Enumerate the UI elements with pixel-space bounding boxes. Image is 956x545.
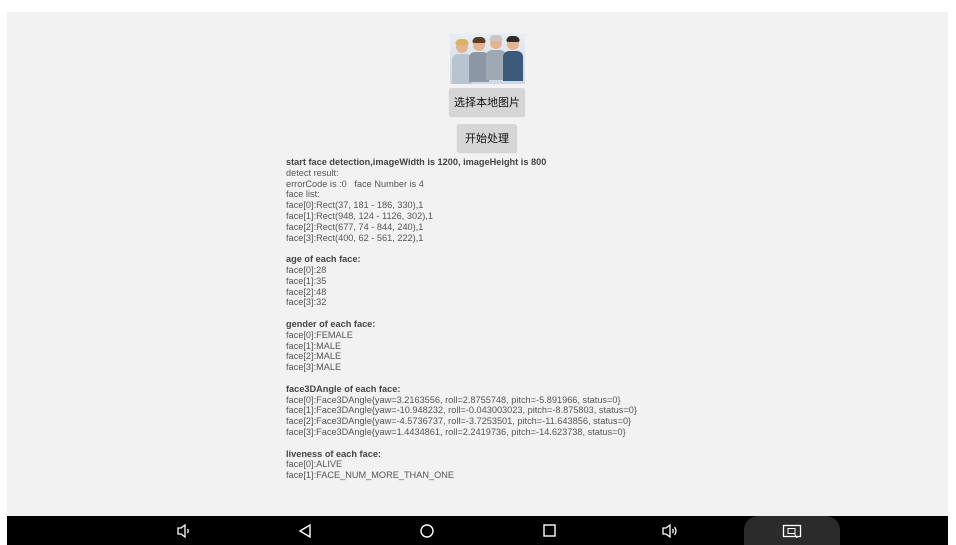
log-line: detect result:	[286, 167, 339, 178]
log-spacer	[286, 243, 926, 254]
selected-photo-thumbnail	[450, 33, 525, 84]
screenshot-button[interactable]	[744, 516, 840, 545]
log-line: errorCode is :0 face Number is 4	[286, 178, 424, 189]
start-processing-button[interactable]: 开始处理	[457, 124, 517, 152]
log-line: face[1]:FACE_NUM_MORE_THAN_ONE	[286, 470, 454, 481]
log-line: face[3]:MALE	[286, 362, 342, 373]
log-line: face[0]:28	[286, 264, 327, 275]
log-line: face[2]:48	[286, 286, 327, 297]
log-line: face[3]:Face3DAngle{yaw=1.4434861, roll=…	[286, 426, 626, 437]
screenshot-icon	[781, 516, 803, 545]
volume-down-icon[interactable]	[174, 516, 194, 545]
log-section-heading: age of each face:	[286, 254, 361, 265]
log-line: face[2]:Rect(677, 74 - 844, 240),1	[286, 221, 424, 232]
recents-icon[interactable]	[539, 516, 559, 545]
log-spacer	[286, 308, 926, 319]
log-line: face[0]:ALIVE	[286, 459, 343, 470]
log-line: face[2]:MALE	[286, 351, 342, 362]
detection-result-log: start face detection,imageWidth is 1200,…	[286, 157, 926, 481]
log-line: face[3]:32	[286, 297, 327, 308]
log-line: face[1]:MALE	[286, 340, 342, 351]
select-local-image-button[interactable]: 选择本地图片	[449, 88, 525, 116]
log-line: face[3]:Rect(400, 62 - 561, 222),1	[286, 232, 424, 243]
log-section-heading: face3DAngle of each face:	[286, 383, 401, 394]
log-line: face list:	[286, 189, 320, 200]
log-line: face[1]:35	[286, 275, 327, 286]
log-line: face[0]:FEMALE	[286, 329, 353, 340]
log-section-heading: gender of each face:	[286, 318, 376, 329]
app-screen: 选择本地图片 开始处理 start face detection,imageWi…	[7, 12, 948, 516]
log-section-heading: start face detection,imageWidth is 1200,…	[286, 157, 547, 167]
log-line: face[2]:Face3DAngle{yaw=-4.5736737, roll…	[286, 416, 632, 427]
log-section-heading: liveness of each face:	[286, 448, 381, 459]
system-navigation-bar	[7, 516, 948, 545]
back-icon[interactable]	[295, 516, 315, 545]
log-spacer	[286, 438, 926, 449]
log-line: face[1]:Rect(948, 124 - 1126, 302),1	[286, 210, 433, 221]
log-line: face[1]:Face3DAngle{yaw=-10.948232, roll…	[286, 405, 637, 416]
log-spacer	[286, 373, 926, 384]
log-line: face[0]:Rect(37, 181 - 186, 330),1	[286, 200, 424, 211]
volume-up-icon[interactable]	[659, 516, 681, 545]
person-figure	[503, 36, 523, 81]
home-icon[interactable]	[417, 516, 437, 545]
log-line: face[0]:Face3DAngle{yaw=3.2163556, roll=…	[286, 394, 621, 405]
